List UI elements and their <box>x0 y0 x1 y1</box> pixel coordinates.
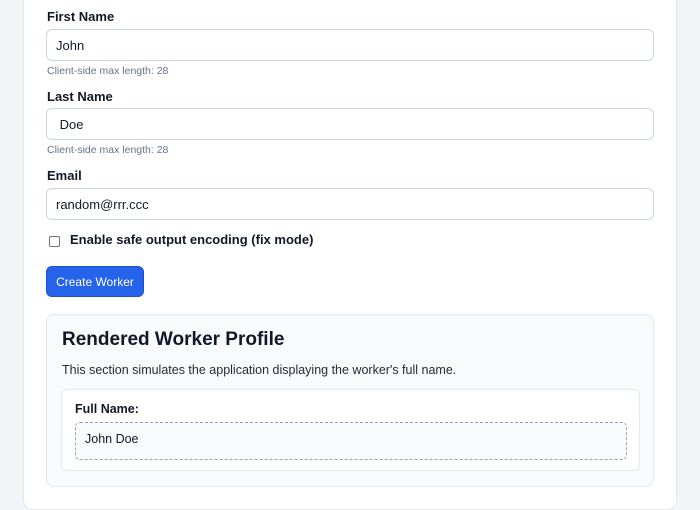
full-name-output: John Doe <box>75 422 627 460</box>
email-label: Email <box>47 168 82 183</box>
profile-title: Rendered Worker Profile <box>62 329 285 350</box>
email-input[interactable] <box>46 188 654 220</box>
first-name-input[interactable] <box>46 29 654 61</box>
rendered-worker-profile-panel: Rendered Worker Profile This section sim… <box>46 314 654 487</box>
first-name-label: First Name <box>47 9 115 24</box>
safe-encoding-row[interactable]: Enable safe output encoding (fix mode) <box>49 232 313 247</box>
create-worker-button[interactable]: Create Worker <box>46 266 144 297</box>
first-name-hint: Client-side max length: 28 <box>47 65 169 77</box>
last-name-input[interactable] <box>46 108 654 140</box>
profile-description: This section simulates the application d… <box>62 363 457 377</box>
safe-encoding-label[interactable]: Enable safe output encoding (fix mode) <box>70 232 313 247</box>
full-name-label: Full Name: <box>75 402 139 416</box>
full-name-card: Full Name: John Doe <box>61 389 640 471</box>
safe-encoding-checkbox[interactable] <box>49 236 60 247</box>
last-name-hint: Client-side max length: 28 <box>47 144 169 156</box>
last-name-label: Last Name <box>47 89 113 104</box>
